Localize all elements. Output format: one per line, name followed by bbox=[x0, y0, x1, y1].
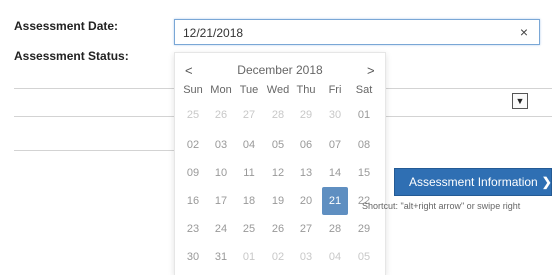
divider bbox=[14, 150, 174, 151]
calendar-day[interactable]: 20 bbox=[293, 187, 319, 215]
calendar-week-row: 23 24 25 26 27 28 29 bbox=[175, 215, 385, 243]
clear-icon[interactable]: × bbox=[520, 24, 528, 41]
calendar-day[interactable]: 01 bbox=[351, 101, 377, 129]
weekday-thu: Thu bbox=[296, 84, 316, 96]
datepicker-header: < December 2018 > bbox=[175, 63, 385, 79]
month-label[interactable]: December 2018 bbox=[175, 63, 385, 77]
calendar-day[interactable]: 07 bbox=[322, 131, 348, 159]
calendar-day[interactable]: 23 bbox=[180, 215, 206, 243]
calendar-day[interactable]: 15 bbox=[351, 159, 377, 187]
calendar-day[interactable]: 29 bbox=[351, 215, 377, 243]
calendar-day-outside[interactable]: 26 bbox=[208, 101, 234, 129]
chevron-right-icon: ❯ bbox=[541, 175, 552, 189]
calendar-day[interactable]: 04 bbox=[236, 131, 262, 159]
calendar-week-row: 30 31 01 02 03 04 05 bbox=[175, 243, 385, 271]
datepicker: < December 2018 > Sun Mon Tue Wed Thu Fri Sat … bbox=[174, 52, 386, 275]
assessment-date-field[interactable]: × bbox=[174, 19, 540, 45]
calendar-day[interactable]: 19 bbox=[265, 187, 291, 215]
calendar-day-outside[interactable]: 25 bbox=[180, 101, 206, 129]
calendar-day[interactable]: 12 bbox=[265, 159, 291, 187]
calendar-day[interactable]: 02 bbox=[180, 131, 206, 159]
calendar-day-outside[interactable]: 28 bbox=[265, 101, 291, 129]
calendar-day[interactable]: 16 bbox=[180, 187, 206, 215]
calendar-day[interactable]: 11 bbox=[236, 159, 262, 187]
calendar-week-row: 25 26 27 28 29 30 01 bbox=[175, 101, 385, 129]
status-dropdown-arrow-icon[interactable]: ▼ bbox=[512, 93, 528, 109]
weekday-mon: Mon bbox=[210, 84, 232, 96]
weekday-tue: Tue bbox=[239, 84, 259, 96]
calendar-day[interactable]: 31 bbox=[208, 243, 234, 271]
weekday-fri: Fri bbox=[328, 84, 342, 96]
calendar-day[interactable]: 24 bbox=[208, 215, 234, 243]
calendar-day-outside[interactable]: 01 bbox=[236, 243, 262, 271]
calendar-day[interactable]: 08 bbox=[351, 131, 377, 159]
calendar-day[interactable]: 05 bbox=[265, 131, 291, 159]
weekday-wed: Wed bbox=[266, 84, 290, 96]
calendar-day[interactable]: 21 bbox=[322, 187, 348, 215]
calendar-day[interactable]: 25 bbox=[236, 215, 262, 243]
shortcut-hint: Shortcut: "alt+right arrow" or swipe rig… bbox=[362, 201, 521, 211]
calendar-day[interactable]: 09 bbox=[180, 159, 206, 187]
calendar-day-outside[interactable]: 29 bbox=[293, 101, 319, 129]
assessment-status-label: Assessment Status: bbox=[14, 49, 129, 63]
assessment-date-input[interactable] bbox=[183, 24, 503, 41]
next-month-icon[interactable]: > bbox=[367, 63, 375, 78]
calendar-day[interactable]: 18 bbox=[236, 187, 262, 215]
calendar-day[interactable]: 13 bbox=[293, 159, 319, 187]
calendar-day[interactable]: 26 bbox=[265, 215, 291, 243]
calendar-day[interactable]: 03 bbox=[208, 131, 234, 159]
calendar-day-outside[interactable]: 04 bbox=[322, 243, 348, 271]
calendar-day-outside[interactable]: 05 bbox=[351, 243, 377, 271]
calendar-day[interactable]: 28 bbox=[322, 215, 348, 243]
calendar-day-outside[interactable]: 02 bbox=[265, 243, 291, 271]
assessment-information-button[interactable]: Assessment Information ❯ bbox=[394, 168, 552, 196]
calendar-day[interactable]: 10 bbox=[208, 159, 234, 187]
weekday-sat: Sat bbox=[355, 84, 373, 96]
calendar-day[interactable]: 14 bbox=[322, 159, 348, 187]
calendar-day[interactable]: 06 bbox=[293, 131, 319, 159]
calendar-day[interactable]: 27 bbox=[293, 215, 319, 243]
assessment-information-label: Assessment Information bbox=[409, 175, 538, 189]
calendar-week-row: 02 03 04 05 06 07 08 bbox=[175, 131, 385, 159]
calendar-day-outside[interactable]: 30 bbox=[322, 101, 348, 129]
calendar-day[interactable]: 30 bbox=[180, 243, 206, 271]
calendar-week-row: 16 17 18 19 20 21 22 bbox=[175, 187, 385, 215]
calendar-day-outside[interactable]: 03 bbox=[293, 243, 319, 271]
calendar-day-outside[interactable]: 27 bbox=[236, 101, 262, 129]
assessment-date-label: Assessment Date: bbox=[14, 19, 119, 33]
weekday-sun: Sun bbox=[183, 84, 203, 96]
calendar-week-row: 09 10 11 12 13 14 15 bbox=[175, 159, 385, 187]
calendar-day[interactable]: 17 bbox=[208, 187, 234, 215]
weekday-header: Sun Mon Tue Wed Thu Fri Sat bbox=[175, 84, 385, 98]
